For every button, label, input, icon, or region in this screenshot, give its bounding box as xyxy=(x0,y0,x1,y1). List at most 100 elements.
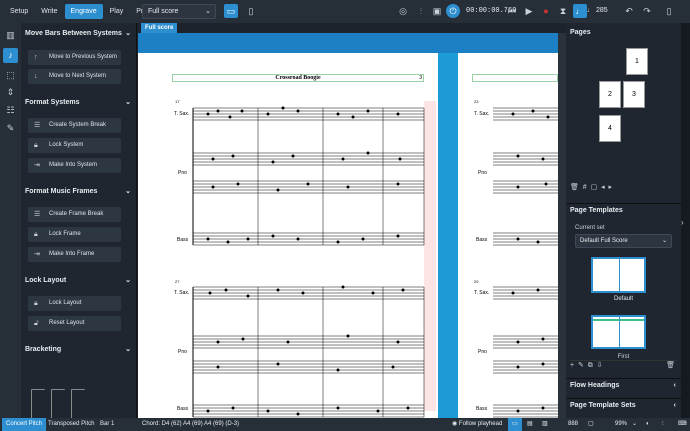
camera-icon[interactable]: ◎ xyxy=(396,4,410,18)
click-icon[interactable]: ♩ xyxy=(573,4,587,18)
score-page-left[interactable]: Crossroad Boogie 3 T. Sax. 17 Pno Bass T… xyxy=(138,53,438,418)
staff-label-sax: T. Sax. xyxy=(174,290,190,296)
page-thumb-4[interactable]: 4 xyxy=(599,115,621,142)
follow-playhead-toggle[interactable]: ◉ Follow playhead xyxy=(448,418,506,431)
page-view-icon[interactable]: ▭ xyxy=(508,418,522,431)
page-thumb-3[interactable]: 3 xyxy=(623,81,645,108)
page-icon[interactable]: ▢ xyxy=(591,184,598,191)
top-toolbar: Setup Write Engrave Play Print Full scor… xyxy=(0,0,690,23)
chevron-down-icon[interactable]: ⌄ xyxy=(628,418,641,431)
scroll-view-icon[interactable]: ▥ xyxy=(538,418,552,431)
redo-icon[interactable]: ↷ xyxy=(640,4,654,18)
graphic-editing-icon[interactable]: ♪ xyxy=(3,48,18,63)
arrows-in-icon: ⇥ xyxy=(34,162,40,169)
zoom-fit-icon[interactable]: ▢ xyxy=(584,418,598,431)
move-next-system-button[interactable]: ↓ Move to Next System xyxy=(28,69,121,84)
bar-number: 27 xyxy=(175,279,180,284)
score-page-right[interactable]: 23 T. Sax. Pno Bass 29 T. Sax. Pno Bass xyxy=(458,53,558,418)
playhead-icon: ◉ xyxy=(452,421,458,427)
duplicate-icon[interactable]: ⧉ xyxy=(588,362,593,369)
move-left-icon[interactable]: ◂ xyxy=(601,184,605,191)
delete-icon[interactable]: 🗑︎ xyxy=(666,361,675,369)
pen-icon[interactable]: ✎ xyxy=(3,121,18,136)
hash-icon[interactable]: # xyxy=(583,184,587,191)
rewind-icon[interactable]: ⏮ xyxy=(505,4,519,18)
info-icon[interactable]: ◐ xyxy=(642,418,654,431)
keyboard-icon[interactable]: ⌨ xyxy=(674,418,690,431)
pages-header[interactable]: Pages xyxy=(566,26,681,40)
button-label: Create Frame Break xyxy=(49,211,104,217)
section-move-bars[interactable]: Move Bars Between Systems ⌄ xyxy=(21,26,137,41)
page-templates-header[interactable]: Page Templates xyxy=(566,203,681,217)
lock-system-button[interactable]: 🔒︎ Lock System xyxy=(28,138,121,153)
system-1 xyxy=(192,107,425,246)
brace-icon[interactable] xyxy=(71,389,85,421)
mode-engrave[interactable]: Engrave xyxy=(64,4,103,19)
frame-editing-icon[interactable]: ⬚ xyxy=(3,68,18,83)
template-thumb-first[interactable] xyxy=(591,315,646,349)
panel-toggle-icon[interactable]: ▯ xyxy=(244,4,258,18)
delete-icon[interactable]: 🗑︎ xyxy=(570,184,579,191)
sub-bracket-icon[interactable] xyxy=(51,389,65,421)
chevron-down-icon: ⌄ xyxy=(205,8,211,15)
transposed-pitch-toggle[interactable]: Transposed Pitch xyxy=(44,418,98,431)
staff-label-bass: Bass xyxy=(177,406,189,412)
vertical-scrollbar[interactable] xyxy=(558,33,566,418)
lock-icon: 🔒︎ xyxy=(34,142,38,149)
lock-layout-button[interactable]: 🔒︎ Lock Layout xyxy=(28,296,121,311)
undo-icon[interactable]: ↶ xyxy=(622,4,636,18)
note-spacing-icon[interactable]: ☷ xyxy=(3,103,18,118)
mode-write[interactable]: Write xyxy=(35,4,63,19)
mixer-icon[interactable]: ⫶ xyxy=(658,418,668,431)
make-into-frame-button[interactable]: ⇥ Make Into Frame xyxy=(28,247,121,262)
galley-view-icon[interactable]: ▭ xyxy=(224,4,238,18)
right-panel-toggle-icon[interactable]: ▯ xyxy=(662,4,676,18)
section-title: Page Template Sets xyxy=(570,402,636,409)
video-icon[interactable]: ▣ xyxy=(430,4,444,18)
current-set-select[interactable]: Default Full Score ⌄ xyxy=(575,234,672,248)
play-icon[interactable]: ▶ xyxy=(522,4,536,18)
template-thumb-default[interactable] xyxy=(591,257,646,293)
flow-headings-header[interactable]: Flow Headings ‹ xyxy=(566,378,681,392)
create-system-break-button[interactable]: ☰ Create System Break xyxy=(28,118,121,133)
concert-pitch-toggle[interactable]: Concert Pitch xyxy=(2,418,47,431)
metronome-icon[interactable]: ⧗ xyxy=(556,4,570,18)
mode-play[interactable]: Play xyxy=(104,4,130,19)
make-into-system-button[interactable]: ⇥ Make Into System xyxy=(28,158,121,173)
chevron-right-icon[interactable]: › xyxy=(681,218,684,227)
staff-label-bass: Bass xyxy=(476,406,488,412)
section-format-frames[interactable]: Format Music Frames ⌄ xyxy=(21,184,137,199)
section-lock-layout[interactable]: Lock Layout ⌄ xyxy=(21,273,137,288)
galley-view-icon[interactable]: ▤ xyxy=(523,418,537,431)
mode-setup[interactable]: Setup xyxy=(4,4,34,19)
layout-selector[interactable]: Full score ⌄ xyxy=(142,4,216,19)
reset-layout-button[interactable]: 🔓︎ Reset Layout xyxy=(28,316,121,331)
import-icon[interactable]: ⇩ xyxy=(597,362,603,369)
lock-frame-button[interactable]: 🔒︎ Lock Frame xyxy=(28,227,121,242)
create-frame-break-button[interactable]: ☰ Create Frame Break xyxy=(28,207,121,222)
button-label: Reset Layout xyxy=(49,320,85,326)
zoom-mode[interactable]: 888 xyxy=(564,418,582,431)
page-thumb-1[interactable]: 1 xyxy=(626,48,648,75)
move-prev-system-button[interactable]: ↑ Move to Previous System xyxy=(28,50,121,65)
mixer-icon[interactable]: ⫶ xyxy=(414,4,428,18)
engrave-left-panel: Move Bars Between Systems ⌄ ↑ Move to Prev… xyxy=(21,23,137,421)
chevron-down-icon: ⌄ xyxy=(125,30,131,37)
section-bracketing[interactable]: Bracketing ⌄ xyxy=(21,342,137,357)
bar-number: 29 xyxy=(474,279,479,284)
tempo-number: 285 xyxy=(595,7,608,14)
move-right-icon[interactable]: ▸ xyxy=(609,184,613,191)
record-icon[interactable]: ● xyxy=(539,4,553,18)
spacing-icon[interactable]: ⇕ xyxy=(3,85,18,100)
panel-toggle-icon[interactable]: ▥ xyxy=(3,28,18,43)
tab-full-score[interactable]: Full score xyxy=(141,23,177,33)
page-thumb-2[interactable]: 2 xyxy=(599,81,621,108)
page-template-sets-header[interactable]: Page Template Sets ‹ xyxy=(566,398,681,412)
score-canvas[interactable]: Crossroad Boogie 3 T. Sax. 17 Pno Bass T… xyxy=(138,33,558,418)
power-icon[interactable]: ⏻ xyxy=(446,4,460,18)
section-format-systems[interactable]: Format Systems ⌄ xyxy=(21,95,137,110)
add-icon[interactable]: + xyxy=(570,362,574,369)
edit-icon[interactable]: ✎ xyxy=(578,362,584,369)
bracket-icon[interactable] xyxy=(31,389,45,421)
staff-label-bass: Bass xyxy=(476,237,488,243)
